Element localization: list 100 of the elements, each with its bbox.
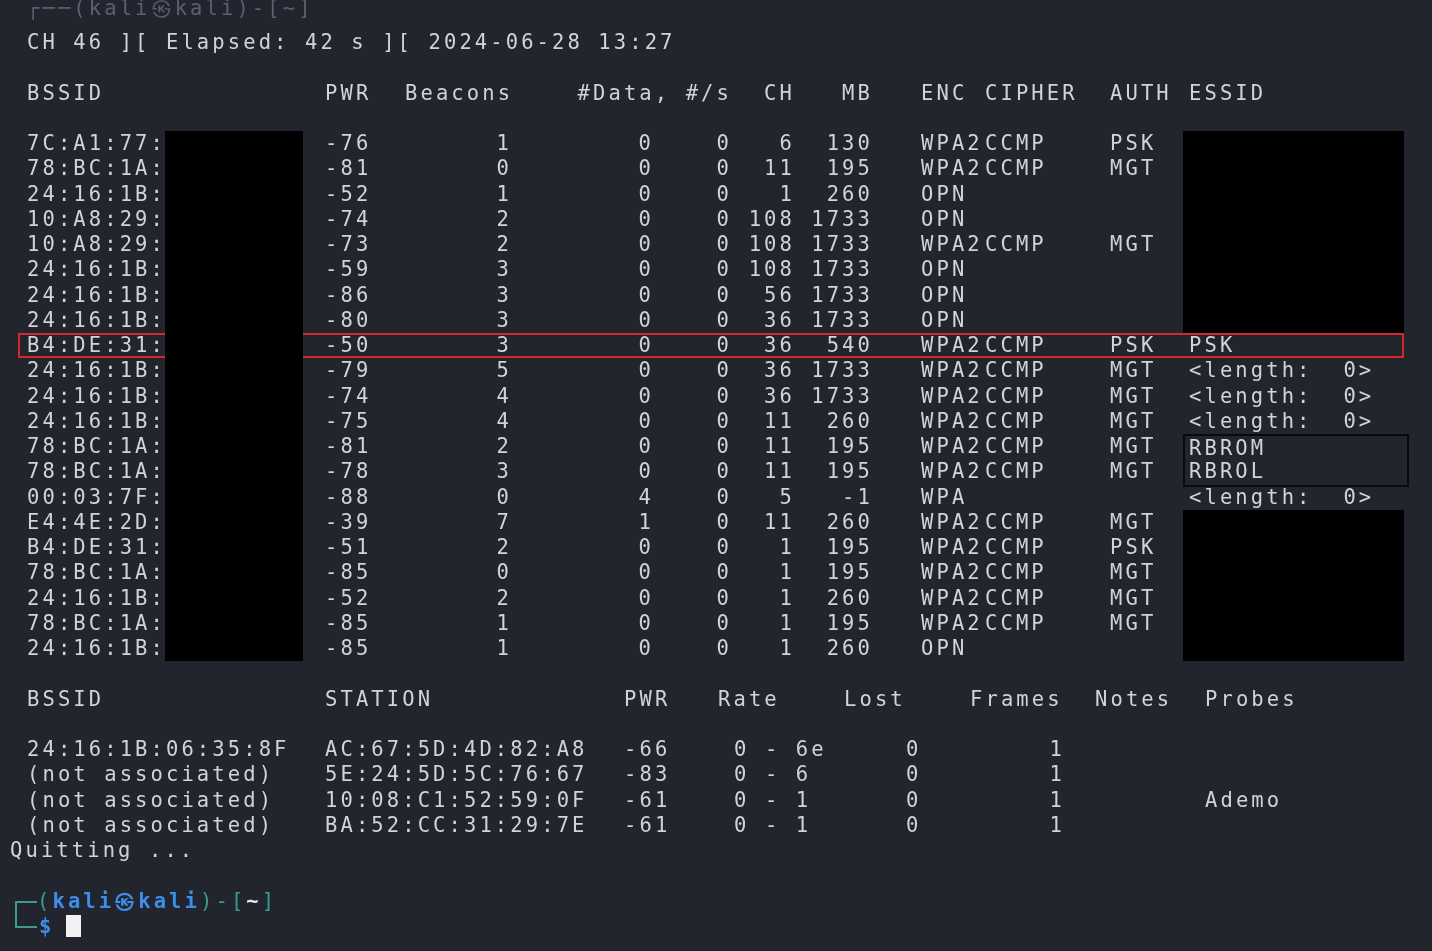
beacons-cell-text: 4 bbox=[495, 408, 512, 434]
cipher-cell-text: CCMP bbox=[985, 358, 1048, 384]
encryption-cell-text: OPN bbox=[921, 206, 969, 232]
power-cell-text: -74 bbox=[325, 206, 373, 232]
prompt-sign: $ bbox=[39, 913, 55, 939]
rate-cell-text: 0 - 1 bbox=[733, 812, 813, 838]
rate-cell-text: 0 bbox=[715, 131, 732, 157]
rate-cell-text: 0 bbox=[715, 307, 732, 333]
bssid-cell-text: 78:BC:1A: bbox=[27, 434, 166, 460]
station-cell-text: BA:52:CC:31:29:7E bbox=[325, 812, 589, 838]
data-cell-text: 0 bbox=[637, 206, 654, 232]
encryption-cell-text: WPA2 bbox=[921, 408, 984, 434]
power-cell-text: -52 bbox=[325, 585, 373, 611]
data-cell-text: 0 bbox=[637, 610, 654, 636]
data-cell-text: 0 bbox=[637, 535, 654, 561]
power-cell-text: -73 bbox=[325, 232, 373, 258]
rate-cell-text: 0 bbox=[715, 535, 732, 561]
power-cell-text: -85 bbox=[325, 636, 373, 662]
quit-message: Quitting ... bbox=[10, 838, 196, 864]
lost-cell-text: 0 bbox=[905, 812, 923, 838]
encryption-cell-text: WPA2 bbox=[921, 383, 984, 409]
beacons-cell-text: 0 bbox=[495, 156, 512, 182]
encryption-cell-text: WPA2 bbox=[921, 610, 984, 636]
cipher-cell-text: CCMP bbox=[985, 156, 1048, 182]
channel-cell-text: 1 bbox=[778, 535, 795, 561]
encryption-cell-text: OPN bbox=[921, 257, 969, 283]
column-header: STATION bbox=[325, 686, 435, 712]
cipher-cell-text: CCMP bbox=[985, 383, 1048, 409]
prompt-user: kali bbox=[52, 888, 115, 914]
rate-cell-text: 0 bbox=[715, 636, 732, 662]
prompt-path: ~ bbox=[246, 888, 262, 914]
rate-cell-text: 0 bbox=[715, 484, 732, 510]
rate-cell-text: 0 bbox=[715, 181, 732, 207]
data-cell-text: 1 bbox=[637, 509, 654, 535]
channel-cell-text: 36 bbox=[763, 358, 795, 384]
power-cell-text: -79 bbox=[325, 358, 373, 384]
cipher-cell-text: CCMP bbox=[985, 232, 1048, 258]
auth-cell-text: MGT bbox=[1110, 509, 1158, 535]
bssid-cell-text: (not associated) bbox=[27, 762, 276, 788]
channel-cell-text: 56 bbox=[763, 282, 795, 308]
channel-cell-text: 1 bbox=[778, 585, 795, 611]
station-cell-text: AC:67:5D:4D:82:A8 bbox=[325, 737, 589, 763]
auth-cell-text: PSK bbox=[1110, 333, 1158, 359]
channel-cell-text: 11 bbox=[763, 408, 795, 434]
rate-cell-text: 0 bbox=[715, 257, 732, 283]
bssid-cell-text: (not associated) bbox=[27, 812, 276, 838]
auth-cell-text: MGT bbox=[1110, 560, 1158, 586]
beacons-cell-text: 7 bbox=[495, 509, 512, 535]
bssid-cell: 24:16:1B: bbox=[27, 282, 166, 308]
speed-cell-text: 260 bbox=[825, 408, 873, 434]
beacons-cell-text: 2 bbox=[495, 232, 512, 258]
beacons-cell-text: 3 bbox=[495, 333, 512, 359]
channel-cell-text: 1 bbox=[778, 610, 795, 636]
speed-cell-text: 260 bbox=[825, 585, 873, 611]
bssid-cell: E4:4E:2D: bbox=[27, 509, 166, 535]
encryption-cell-text: WPA2 bbox=[921, 459, 984, 486]
essid-cell-text: PSK bbox=[1189, 333, 1237, 359]
column-header: Frames bbox=[970, 686, 1064, 712]
encryption-cell-text: OPN bbox=[921, 307, 969, 333]
channel-cell-text: 6 bbox=[778, 131, 795, 157]
data-cell-text: 0 bbox=[637, 282, 654, 308]
speed-cell-text: 540 bbox=[825, 333, 873, 359]
channel-cell-text: 108 bbox=[747, 257, 795, 283]
data-cell-text: 0 bbox=[637, 232, 654, 258]
bssid-cell: 78:BC:1A: bbox=[27, 560, 166, 586]
data-cell-text: 0 bbox=[637, 585, 654, 611]
power-cell-text: -59 bbox=[325, 257, 373, 283]
beacons-cell-text: 5 bbox=[495, 358, 512, 384]
encryption-cell-text: WPA2 bbox=[921, 131, 984, 157]
bssid-cell: 24:16:1B: bbox=[27, 257, 166, 283]
data-cell-text: 4 bbox=[637, 484, 654, 510]
column-header: PWR bbox=[624, 686, 672, 712]
power-cell-text: -85 bbox=[325, 560, 373, 586]
encryption-cell-text: WPA2 bbox=[921, 156, 984, 182]
column-header: ENC bbox=[921, 80, 969, 106]
cipher-cell-text: CCMP bbox=[985, 560, 1048, 586]
auth-cell-text: MGT bbox=[1110, 232, 1158, 258]
bssid-cell: 00:03:7F: bbox=[27, 484, 166, 510]
rate-cell-text: 0 - 6 bbox=[733, 762, 813, 788]
power-cell-text: -85 bbox=[325, 610, 373, 636]
essid-cell-text: <length: 0> bbox=[1189, 408, 1376, 434]
speed-cell-text: 195 bbox=[825, 610, 873, 636]
rate-cell-text: 0 bbox=[715, 156, 732, 182]
encryption-cell-text: WPA2 bbox=[921, 535, 984, 561]
text-cursor bbox=[66, 915, 82, 938]
bssid-cell-text: 24:16:1B:06:35:8F bbox=[27, 737, 291, 763]
speed-cell-text: 195 bbox=[825, 560, 873, 586]
rate-cell-text: 0 - 6e bbox=[733, 737, 828, 763]
beacons-cell-text: 3 bbox=[495, 307, 512, 333]
power-cell-text: -78 bbox=[325, 459, 373, 486]
encryption-cell-text: WPA2 bbox=[921, 434, 984, 460]
power-cell-text: -39 bbox=[325, 509, 373, 535]
channel-cell-text: 108 bbox=[747, 206, 795, 232]
auth-cell-text: MGT bbox=[1110, 585, 1158, 611]
prompt-corner-line bbox=[15, 913, 37, 928]
station-cell-text: 5E:24:5D:5C:76:67 bbox=[325, 762, 589, 788]
data-cell-text: 0 bbox=[637, 131, 654, 157]
bssid-cell-text: 78:BC:1A: bbox=[27, 459, 166, 486]
prompt-host: kali bbox=[138, 888, 200, 914]
prompt-bracket: ( bbox=[37, 888, 53, 914]
